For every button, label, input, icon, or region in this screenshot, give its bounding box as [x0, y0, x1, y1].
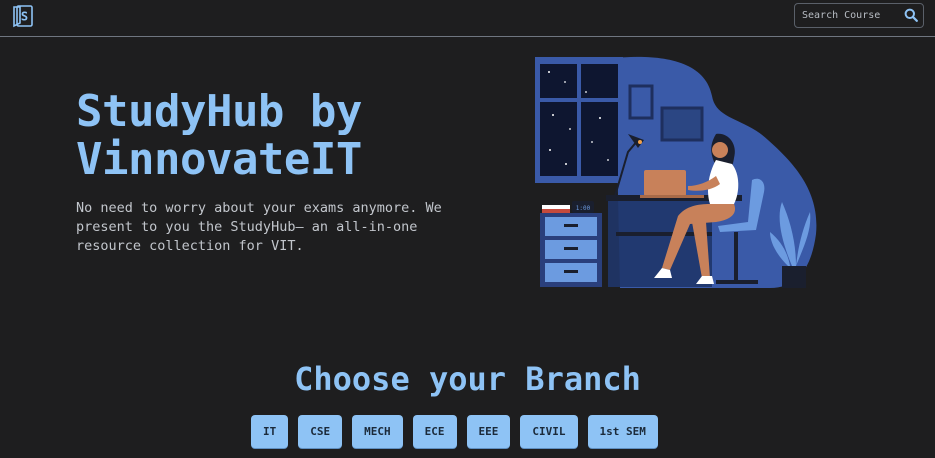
- books: [542, 205, 570, 209]
- branch-button-mech[interactable]: MECH: [352, 415, 403, 448]
- search-button[interactable]: [902, 7, 920, 25]
- book-s-logo-icon: S: [13, 5, 33, 28]
- desk-clock-text: 1:00: [576, 205, 591, 212]
- svg-text:S: S: [21, 10, 28, 24]
- hero-subtitle: No need to worry about your exams anymor…: [76, 200, 442, 254]
- branch-button-it[interactable]: IT: [251, 415, 289, 448]
- branch-button-cse[interactable]: CSE: [298, 415, 343, 448]
- branch-heading: Choose your Branch: [294, 360, 641, 398]
- navbar: S: [0, 0, 935, 37]
- laptop: [644, 170, 686, 196]
- hero-title: StudyHub by VinnovateIT: [76, 86, 362, 185]
- search-input[interactable]: [795, 4, 900, 27]
- search-box: [794, 3, 924, 28]
- student-studying-illustration: 1:00: [535, 56, 817, 288]
- wall-frame-large: [660, 106, 704, 142]
- branch-list: IT CSE MECH ECE EEE CIVIL 1st SEM: [251, 415, 658, 448]
- branch-button-civil[interactable]: CIVIL: [520, 415, 578, 448]
- branch-button-eee[interactable]: EEE: [466, 415, 511, 448]
- branch-button-ece[interactable]: ECE: [412, 415, 457, 448]
- branch-button-1st-sem[interactable]: 1st SEM: [587, 415, 658, 448]
- search-icon: [904, 8, 918, 22]
- home-logo-link[interactable]: S: [11, 4, 35, 29]
